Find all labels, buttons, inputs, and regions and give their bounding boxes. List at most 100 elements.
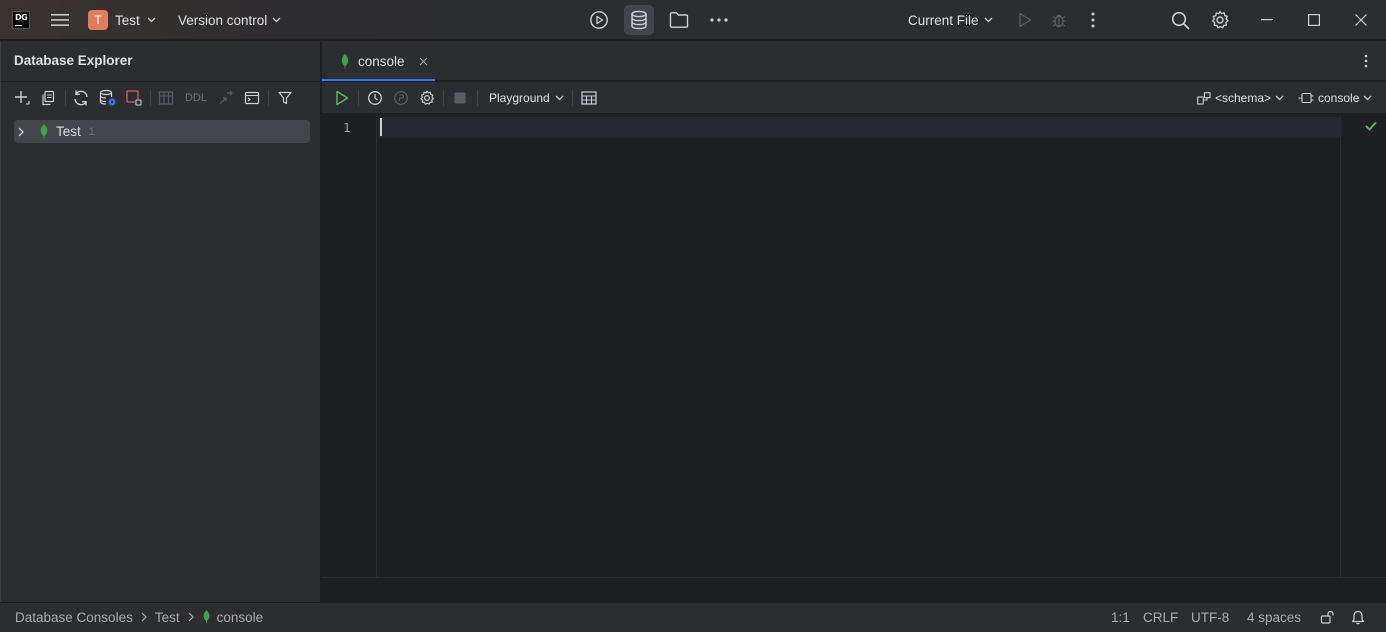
- schema-icon: [1197, 91, 1211, 105]
- maximize-window-button[interactable]: [1302, 0, 1326, 40]
- schema-selector[interactable]: <schema>: [1197, 87, 1284, 109]
- file-encoding[interactable]: UTF-8: [1191, 603, 1229, 631]
- code-editor[interactable]: [378, 115, 1340, 577]
- gear-icon: [420, 90, 434, 105]
- no-problems-check-icon[interactable]: [1365, 121, 1377, 131]
- jump-to-console-button[interactable]: [241, 87, 263, 109]
- jump-to-button[interactable]: [215, 87, 237, 109]
- more-horizontal-icon: [710, 18, 728, 22]
- project-selector[interactable]: T Test: [88, 0, 162, 40]
- toolbar-separator: [150, 90, 151, 106]
- run-play-icon: [336, 90, 349, 106]
- open-table-button[interactable]: [155, 87, 177, 109]
- indent-settings[interactable]: 4 spaces: [1247, 603, 1301, 631]
- notifications-button[interactable]: [1351, 603, 1365, 631]
- tree-item-test[interactable]: Test 1: [14, 120, 310, 143]
- toolbar-separator: [572, 90, 573, 106]
- datagrip-logo-icon: DG: [12, 11, 30, 29]
- text-caret: [380, 118, 382, 136]
- editor-toolbar: Playground <schema> console: [322, 82, 1386, 114]
- breadcrumb-item[interactable]: Database Consoles: [15, 610, 133, 625]
- run-play-icon: [1019, 12, 1032, 28]
- tab-label: console: [358, 53, 405, 69]
- execute-button[interactable]: [331, 87, 353, 109]
- table-icon: [581, 91, 597, 105]
- table-icon: [158, 91, 174, 105]
- explain-plan-button[interactable]: [390, 87, 412, 109]
- database-explorer-panel: Database Explorer DDL Test 1: [0, 41, 321, 602]
- history-button[interactable]: [364, 87, 386, 109]
- run-more-button[interactable]: [1083, 0, 1103, 40]
- duplicate-button[interactable]: [37, 87, 59, 109]
- main-menu-button[interactable]: [48, 0, 72, 40]
- tab-console[interactable]: console: [322, 41, 435, 81]
- chevron-right-icon: [141, 612, 147, 622]
- filter-button[interactable]: [274, 87, 296, 109]
- search-everywhere-button[interactable]: [1168, 0, 1192, 40]
- refresh-button[interactable]: [70, 87, 92, 109]
- data-source-properties-button[interactable]: [97, 87, 119, 109]
- session-selector[interactable]: console: [1298, 87, 1372, 109]
- breadcrumb: Database Consoles Test console: [15, 603, 263, 631]
- playground-selector[interactable]: Playground: [489, 87, 564, 109]
- mongodb-leaf-icon: [39, 124, 49, 139]
- copy-icon: [42, 90, 55, 106]
- tabs-options-button[interactable]: [1356, 51, 1376, 71]
- more-vertical-icon: [1091, 12, 1095, 28]
- version-control-menu[interactable]: Version control: [178, 0, 293, 40]
- line-separator[interactable]: CRLF: [1143, 603, 1178, 631]
- project-files-button[interactable]: [664, 5, 694, 35]
- chevron-down-icon: [555, 95, 564, 101]
- chevron-down-icon: [984, 17, 992, 23]
- session-plug-icon: [1298, 92, 1314, 104]
- settings-button[interactable]: [1208, 0, 1232, 40]
- services-button[interactable]: [584, 5, 614, 35]
- divider: [1, 81, 321, 82]
- caret-position[interactable]: 1:1: [1111, 603, 1130, 631]
- editor-tabs-bar: console: [322, 41, 1386, 81]
- chevron-down-icon: [1363, 95, 1372, 101]
- project-name: Test: [115, 12, 140, 28]
- output-table-button[interactable]: [578, 87, 600, 109]
- project-badge: T: [88, 10, 108, 30]
- minimize-window-button[interactable]: [1255, 0, 1279, 40]
- maximize-icon: [1308, 14, 1320, 26]
- line-number: 1: [343, 120, 351, 135]
- session-label: console: [1318, 91, 1360, 105]
- bell-icon: [1351, 610, 1365, 624]
- database-tool-button[interactable]: [624, 5, 654, 35]
- expand-chevron-icon[interactable]: [17, 127, 31, 137]
- toolbar-separator: [268, 90, 269, 106]
- disconnect-button[interactable]: [123, 87, 145, 109]
- close-window-button[interactable]: [1349, 0, 1373, 40]
- ddl-button[interactable]: DDL: [181, 87, 211, 109]
- bug-icon: [1052, 14, 1066, 28]
- toolbar-separator: [65, 90, 66, 106]
- run-button[interactable]: [1015, 0, 1035, 40]
- refresh-icon: [74, 90, 88, 106]
- breadcrumb-item[interactable]: Test: [155, 610, 180, 625]
- stop-icon: [454, 92, 466, 104]
- chevron-down-icon: [1275, 95, 1284, 101]
- horizontal-scroll-area[interactable]: [322, 577, 1386, 602]
- chevron-down-icon: [272, 17, 281, 23]
- app-logo[interactable]: DG: [11, 0, 31, 40]
- cancel-running-button[interactable]: [449, 87, 471, 109]
- new-button[interactable]: [11, 87, 33, 109]
- line-number-gutter: 1: [322, 115, 377, 577]
- run-configuration-selector[interactable]: Current File: [908, 0, 1000, 40]
- more-tools-button[interactable]: [704, 5, 734, 35]
- gear-icon: [1211, 10, 1229, 29]
- hamburger-icon: [51, 14, 69, 26]
- debug-button[interactable]: [1049, 0, 1069, 40]
- schema-label: <schema>: [1215, 91, 1272, 105]
- jump-arrow-icon: [219, 90, 233, 105]
- read-only-toggle[interactable]: [1320, 603, 1334, 631]
- title-bar: DG T Test Version control Current File: [0, 0, 1386, 40]
- close-tab-icon[interactable]: [419, 57, 429, 66]
- console-settings-button[interactable]: [416, 87, 438, 109]
- playground-label: Playground: [489, 91, 550, 105]
- close-icon: [1355, 14, 1367, 26]
- breadcrumb-item[interactable]: console: [217, 610, 264, 625]
- tree-item-count: 1: [88, 125, 95, 138]
